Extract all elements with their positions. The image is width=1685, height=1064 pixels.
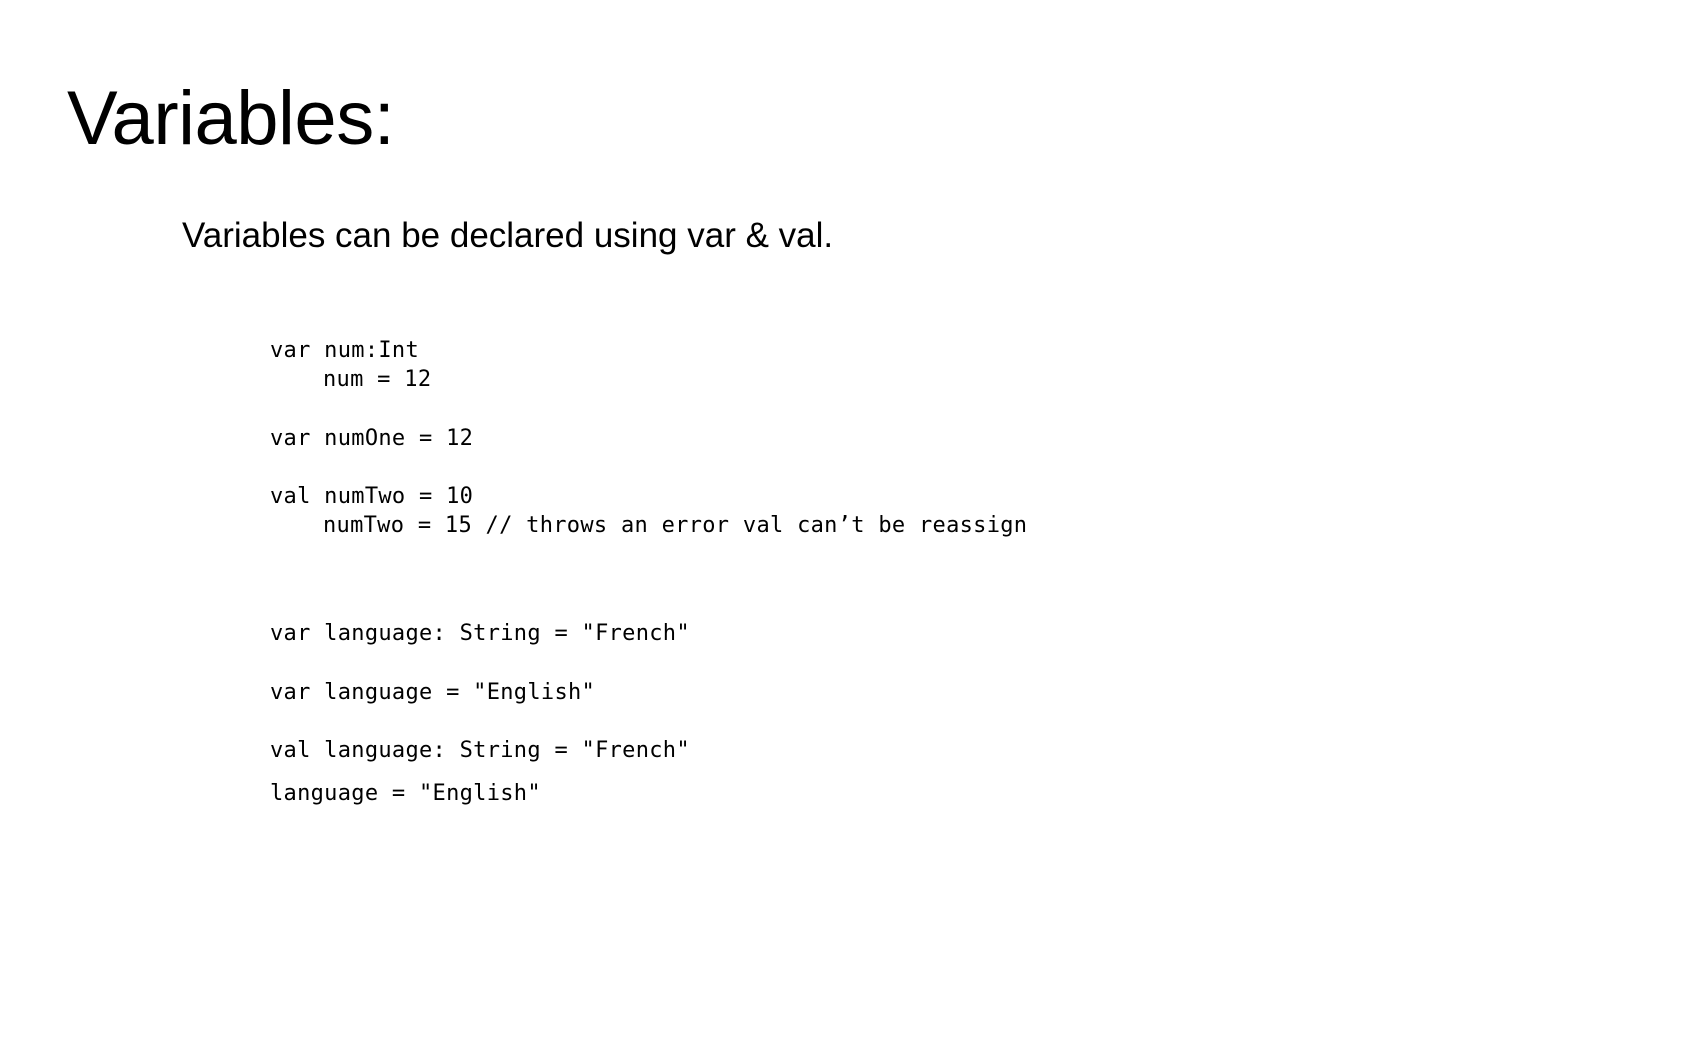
code-line: numTwo = 15 // throws an error val can’t… (323, 513, 1028, 538)
code-line: var language: String = "French" (270, 621, 690, 646)
code-line: var language = "English" (270, 680, 596, 705)
code-line: val numTwo = 10 (270, 484, 474, 509)
code-line: var num:Int (270, 338, 419, 363)
slide-subtitle: Variables can be declared using var & va… (182, 216, 834, 255)
code-line: val language: String = "French" (270, 738, 690, 763)
code-line: num = 12 (323, 367, 432, 392)
code-line: language = "English" (270, 781, 541, 806)
slide-title: Variables: (67, 76, 395, 161)
code-line: var numOne = 12 (270, 426, 474, 451)
